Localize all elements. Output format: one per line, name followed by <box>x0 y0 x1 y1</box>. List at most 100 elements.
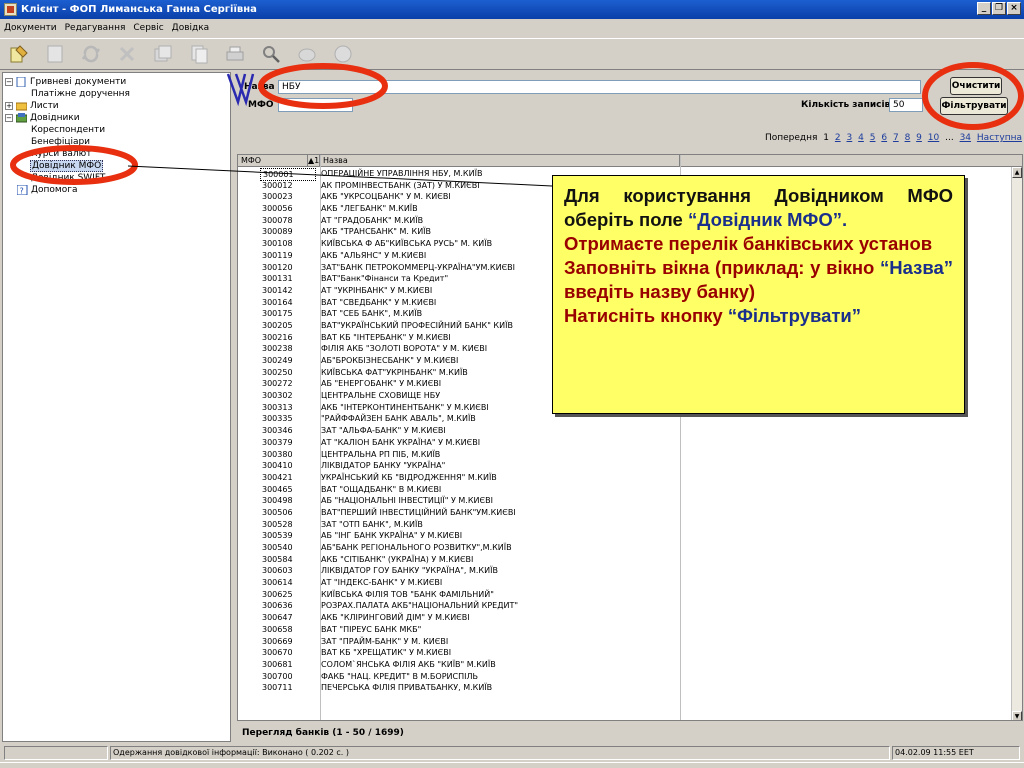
tree-item-directories[interactable]: − Довідники <box>5 112 80 124</box>
tree-item-swift-directory[interactable]: Довідник SWIFT <box>31 172 105 184</box>
copy-button[interactable] <box>186 41 212 67</box>
pager-last[interactable]: 34 <box>960 133 971 143</box>
cell-bank-name: ВАТ "ПІРЕУС БАНК МКБ" <box>321 624 422 634</box>
cell-bank-name: АБ "ІНГ БАНК УКРАЇНА" У М.КИЄВІ <box>321 531 463 541</box>
pager-next[interactable]: Наступна <box>977 133 1022 143</box>
cell-bank-name: ВАТ"ПЕРШИЙ ІНВЕСТИЦІЙНИЙ БАНК"УМ.КИЄВІ <box>321 507 516 517</box>
pager-page[interactable]: 6 <box>881 133 887 143</box>
refresh-button[interactable] <box>78 41 104 67</box>
cell-bank-name: АТ "КАЛІОН БАНК УКРАЇНА" У М.КИЄВІ <box>321 437 481 447</box>
tree-item-correspondents[interactable]: Кореспонденти <box>31 124 105 136</box>
table-row[interactable]: 300465 ВАТ "ОЩАДБАНК" В М.КИЄВІ <box>238 484 1013 496</box>
stack-button[interactable] <box>150 41 176 67</box>
cell-mfo: 300603 <box>262 566 293 576</box>
record-count-input[interactable] <box>889 98 923 112</box>
table-row[interactable]: 300539 АБ "ІНГ БАНК УКРАЇНА" У М.КИЄВІ <box>238 530 1013 542</box>
cell-bank-name: ЦЕНТРАЛЬНА РП ПІБ, М.КИЇВ <box>321 449 441 459</box>
name-input[interactable] <box>278 80 921 94</box>
table-row[interactable]: 300584 АКБ "СІТІБАНК" (УКРАЇНА) У М.КИЄВІ <box>238 554 1013 566</box>
tree-item-letters[interactable]: + Листи <box>5 100 59 112</box>
menu-edit[interactable]: Редагування <box>65 23 126 33</box>
table-row[interactable]: 300614 АТ "ІНДЕКС-БАНК" У М.КИЄВІ <box>238 577 1013 589</box>
new-doc-button[interactable] <box>6 41 32 67</box>
table-row[interactable]: 300625 КИЇВСЬКА ФІЛІЯ ТОВ "БАНК ФАМІЛЬНИЙ… <box>238 589 1013 601</box>
pager-page[interactable]: 5 <box>870 133 876 143</box>
table-row[interactable]: 300410 ЛІКВІДАТОР БАНКУ "УКРАЇНА" <box>238 460 1013 472</box>
sort-indicator[interactable]: ▲1 <box>308 155 320 167</box>
vertical-scrollbar[interactable]: ▲ ▼ <box>1011 167 1022 720</box>
status-datetime: 04.02.09 11:55 EET <box>892 746 1020 760</box>
column-header-name[interactable]: Назва <box>320 155 680 167</box>
mfo-input[interactable] <box>278 98 353 112</box>
pager-page[interactable]: 8 <box>905 133 911 143</box>
table-row[interactable]: 300670 ВАТ КБ "ХРЕЩАТИК" У М.КИЄВІ <box>238 647 1013 659</box>
table-row[interactable]: 300700 ФАКБ "НАЦ. КРЕДИТ" В М.БОРИСПІЛЬ <box>238 671 1013 683</box>
pager-page[interactable]: 10 <box>928 133 939 143</box>
table-row[interactable]: 300681 СОЛОМ`ЯНСЬКА ФІЛІЯ АКБ "КИЇВ" М.КИ… <box>238 659 1013 671</box>
table-row[interactable]: 300711 ПЕЧЕРСЬКА ФІЛІЯ ПРИВАТБАНКУ, М.КИЇ… <box>238 682 1013 694</box>
table-row[interactable]: 300603 ЛІКВІДАТОР ГОУ БАНКУ "УКРАЇНА", М.… <box>238 565 1013 577</box>
callout-paragraph-1: Для користування Довідником МФО оберіть … <box>564 185 953 230</box>
pager-prev[interactable]: Попередня <box>765 133 817 143</box>
pager-page[interactable]: 2 <box>835 133 841 143</box>
cell-mfo: 300023 <box>262 192 293 202</box>
sheet-button[interactable] <box>42 41 68 67</box>
table-row[interactable]: 300380 ЦЕНТРАЛЬНА РП ПІБ, М.КИЇВ <box>238 449 1013 461</box>
menu-help[interactable]: Довідка <box>172 23 210 33</box>
table-row[interactable]: 300540 АБ"БАНК РЕГІОНАЛЬНОГО РОЗВИТКУ",М.… <box>238 542 1013 554</box>
tree-item-hryvnia-docs[interactable]: − Гривневі документи <box>5 76 126 88</box>
table-row[interactable]: 300528 ЗАТ "ОТП БАНК", М.КИЇВ <box>238 519 1013 531</box>
table-row[interactable]: 300636 РОЗРАХ.ПАЛАТА АКБ"НАЦІОНАЛЬНИЙ КРЕ… <box>238 600 1013 612</box>
table-row[interactable]: 300506 ВАТ"ПЕРШИЙ ІНВЕСТИЦІЙНИЙ БАНК"УМ.К… <box>238 507 1013 519</box>
pager-page[interactable]: 3 <box>847 133 853 143</box>
cell-mfo: 300238 <box>262 344 293 354</box>
cell-mfo: 300164 <box>262 297 293 307</box>
close-button[interactable]: × <box>1007 2 1021 15</box>
tree-item-beneficiaries[interactable]: Бенефіціари <box>31 136 90 148</box>
clear-button[interactable]: Очистити <box>950 77 1002 95</box>
print-button[interactable] <box>222 41 248 67</box>
folder-icon <box>16 102 27 111</box>
help-icon: ? <box>17 185 28 195</box>
table-row[interactable]: 300346 ЗАТ "АЛЬФА-БАНК" У М.КИЄВІ <box>238 425 1013 437</box>
menu-documents[interactable]: Документи <box>4 23 57 33</box>
table-row[interactable]: 300335 "РАЙФФАЙЗЕН БАНК АВАЛЬ", М.КИЇВ <box>238 413 1013 425</box>
column-header-mfo[interactable]: МФО <box>238 155 308 167</box>
tree-item-currency-rates[interactable]: Курси валют <box>31 148 91 160</box>
restore-button[interactable]: ❐ <box>992 2 1006 15</box>
cell-mfo: 300108 <box>262 239 293 249</box>
cell-mfo: 300670 <box>262 648 293 658</box>
cell-bank-name: АКБ "СІТІБАНК" (УКРАЇНА) У М.КИЄВІ <box>321 554 474 564</box>
minimize-button[interactable]: _ <box>977 2 991 15</box>
table-row[interactable]: 300421 УКРАЇНСЬКИЙ КБ "ВІДРОДЖЕННЯ" М.КИЇ… <box>238 472 1013 484</box>
cell-mfo: 300498 <box>262 496 293 506</box>
pager-page[interactable]: 9 <box>916 133 922 143</box>
cell-bank-name: ВАТ "ОЩАДБАНК" В М.КИЄВІ <box>321 484 442 494</box>
find-button[interactable] <box>294 41 320 67</box>
cell-bank-name: СОЛОМ`ЯНСЬКА ФІЛІЯ АКБ "КИЇВ" М.КИЇВ <box>321 659 496 669</box>
table-row[interactable]: 300669 ЗАТ "ПРАЙМ-БАНК" У М. КИЄВІ <box>238 636 1013 648</box>
table-header: МФО ▲1 Назва <box>238 155 1022 167</box>
scroll-up-arrow[interactable]: ▲ <box>1012 167 1022 178</box>
tree-item-help[interactable]: ? Допомога <box>17 184 77 196</box>
search-button[interactable] <box>258 41 284 67</box>
table-row[interactable]: 300647 АКБ "КЛІРИНГОВИЙ ДІМ" У М.КИЄВІ <box>238 612 1013 624</box>
scroll-down-arrow[interactable]: ▼ <box>1012 711 1022 720</box>
tree-item-payment-order[interactable]: Платіжне доручення <box>31 88 130 100</box>
table-row[interactable]: 300658 ВАТ "ПІРЕУС БАНК МКБ" <box>238 624 1013 636</box>
pager-page[interactable]: 7 <box>893 133 899 143</box>
cell-mfo: 300410 <box>262 461 293 471</box>
delete-button[interactable] <box>114 41 140 67</box>
cell-mfo: 300681 <box>262 659 293 669</box>
pager-page[interactable]: 4 <box>858 133 864 143</box>
filter-button[interactable]: Фільтрувати <box>940 97 1008 115</box>
menu-service[interactable]: Сервіс <box>133 23 163 33</box>
print-icon <box>226 46 244 61</box>
table-row[interactable]: 300379 АТ "КАЛІОН БАНК УКРАЇНА" У М.КИЄВІ <box>238 437 1013 449</box>
tree-item-mfo-directory[interactable]: Довідник МФО <box>30 160 104 172</box>
help-button[interactable] <box>330 41 356 67</box>
cell-mfo: 300272 <box>262 379 293 389</box>
delete-icon <box>119 46 135 62</box>
table-row[interactable]: 300498 АБ "НАЦІОНАЛЬНІ ІНВЕСТИЦІЇ" У М.КИ… <box>238 495 1013 507</box>
cell-bank-name: АКБ "КЛІРИНГОВИЙ ДІМ" У М.КИЄВІ <box>321 613 470 623</box>
